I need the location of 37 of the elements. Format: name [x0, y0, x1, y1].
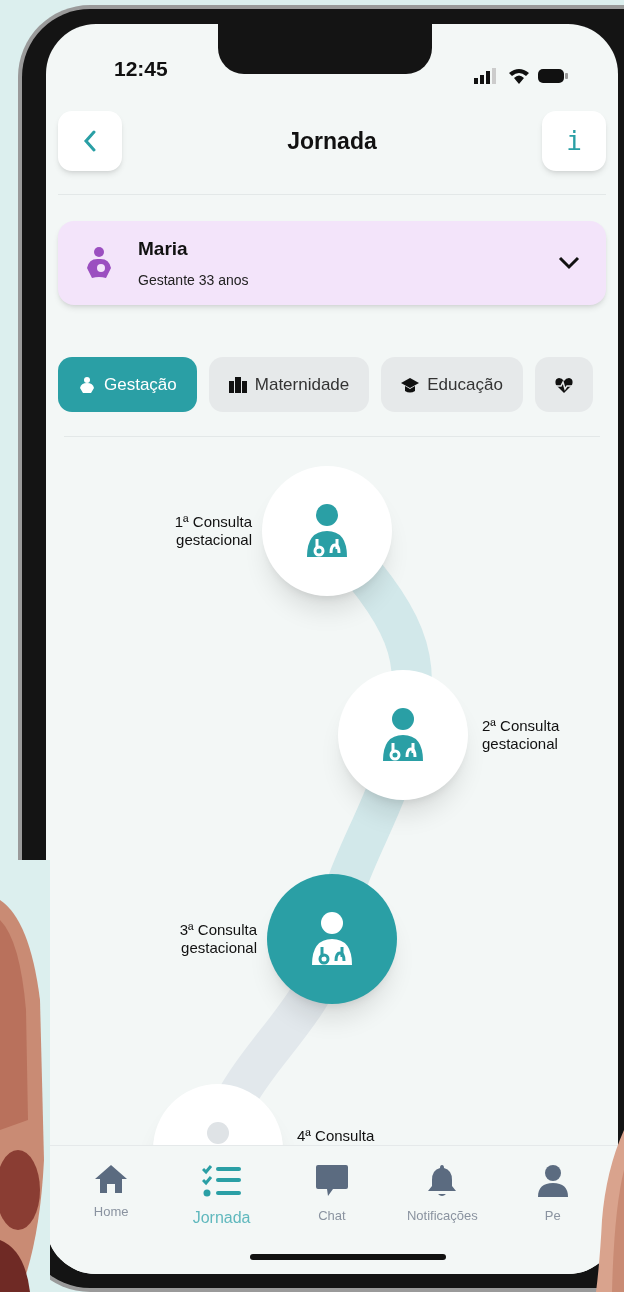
info-button[interactable]: i	[542, 111, 606, 171]
doctor-icon	[305, 503, 349, 559]
back-icon	[83, 130, 97, 152]
back-button[interactable]	[58, 111, 122, 171]
category-tab[interactable]: Educação	[381, 357, 523, 412]
mother-baby-icon	[78, 375, 96, 394]
consultation-label: 2ª Consulta gestacional	[482, 717, 561, 753]
category-tab[interactable]: Gestação	[58, 357, 197, 412]
heart-pulse-icon	[554, 375, 573, 394]
wifi-icon	[508, 68, 530, 84]
category-tab[interactable]: Maternidade	[208, 357, 370, 412]
nav-tab[interactable]: Chat	[281, 1164, 382, 1226]
nav-tab[interactable]: Home	[61, 1164, 162, 1222]
nav-tab[interactable]: Notificações	[392, 1164, 493, 1226]
consultation-label: 1ª Consulta gestacional	[173, 513, 252, 549]
buildings-icon	[228, 375, 247, 394]
consultation-label: 3ª Consulta gestacional	[178, 921, 257, 957]
consultation-label: 4ª Consulta	[297, 1127, 376, 1145]
profile-name: Maria	[138, 237, 189, 262]
nav-tab[interactable]: Pe	[502, 1164, 603, 1226]
home-icon	[94, 1164, 129, 1194]
chat-icon	[314, 1164, 349, 1198]
page-title: Jornada	[287, 126, 377, 156]
mother-baby-icon	[84, 246, 114, 280]
nav-tab[interactable]: Jornada	[171, 1164, 272, 1230]
profile-subtitle: Gestante 33 anos	[138, 270, 250, 290]
profile-card[interactable]: Maria Gestante 33 anos	[58, 221, 606, 305]
person-icon	[536, 1164, 569, 1198]
doctor-icon	[310, 911, 354, 967]
doctor-icon	[381, 707, 425, 763]
status-time: 12:45	[114, 55, 168, 82]
graduation-cap-icon	[401, 375, 420, 394]
bell-icon	[427, 1164, 458, 1198]
battery-icon	[538, 68, 568, 84]
checklist-icon	[201, 1164, 242, 1198]
category-tab[interactable]	[534, 357, 593, 412]
chevron-down-icon	[558, 256, 580, 270]
